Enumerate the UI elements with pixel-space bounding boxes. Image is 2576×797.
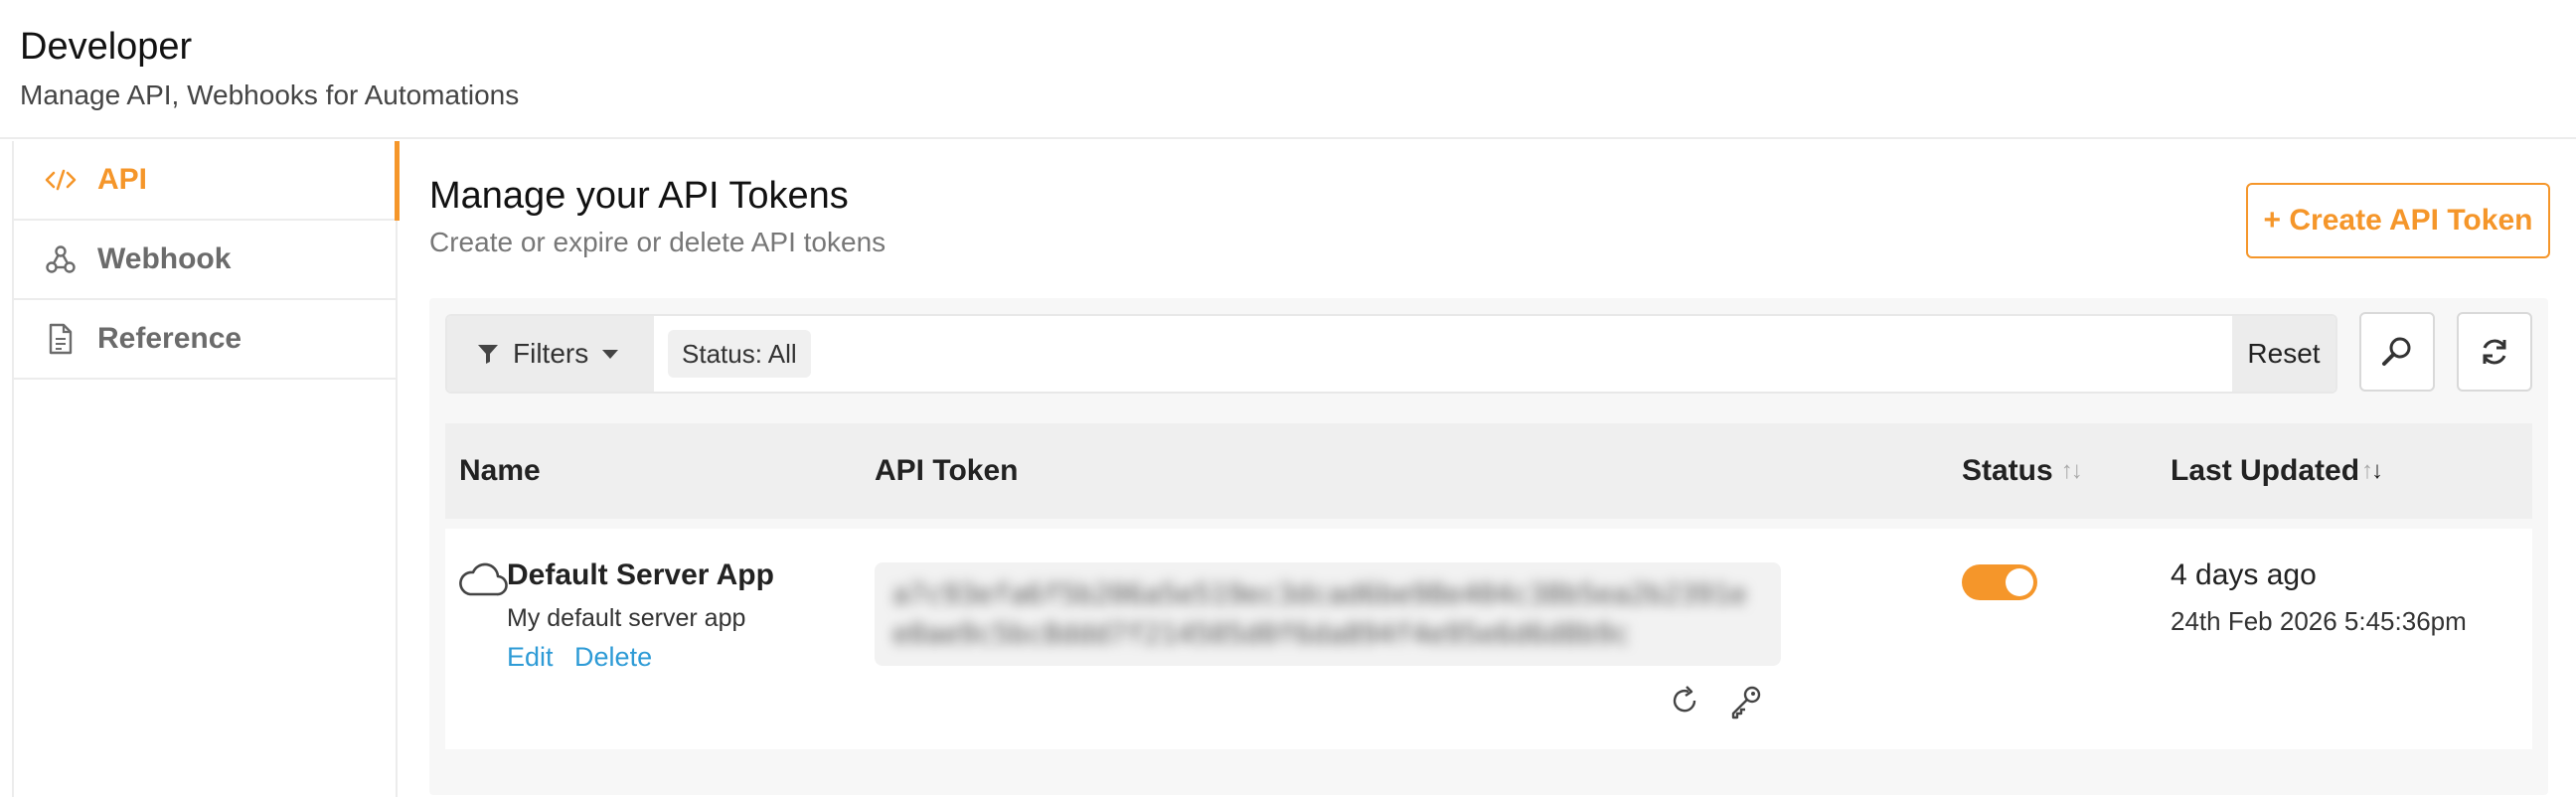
status-toggle[interactable] xyxy=(1962,564,2037,600)
row-actions: Edit Delete xyxy=(507,642,666,673)
main-content: Manage your API Tokens Create or expire … xyxy=(400,141,2576,797)
table-row: Default Server App My default server app… xyxy=(445,529,2532,749)
sidebar-item-reference[interactable]: Reference xyxy=(14,300,398,380)
refresh-button[interactable] xyxy=(2457,312,2532,392)
column-label: Name xyxy=(459,454,541,487)
sidebar-item-label: Webhook xyxy=(97,242,232,275)
column-label: Status xyxy=(1962,454,2053,487)
last-updated-absolute: 24th Feb 2026 5:45:36pm xyxy=(2171,606,2467,636)
edit-link[interactable]: Edit xyxy=(507,642,554,672)
filters-label: Filters xyxy=(513,338,589,369)
column-label: API Token xyxy=(875,454,1019,487)
column-api-token: API Token xyxy=(875,423,1018,519)
column-label: Last Updated xyxy=(2171,454,2360,487)
create-api-token-button[interactable]: + Create API Token xyxy=(2246,183,2550,258)
regenerate-token-button[interactable] xyxy=(1668,684,1701,722)
reset-button[interactable]: Reset xyxy=(2232,316,2335,392)
key-icon[interactable] xyxy=(1727,684,1763,724)
sort-icon: ↑↓ xyxy=(2361,457,2383,484)
app-name: Default Server App xyxy=(507,558,774,591)
sidebar-item-label: Reference xyxy=(97,322,242,355)
webhook-icon xyxy=(44,242,78,276)
refresh-icon xyxy=(2478,335,2511,369)
filter-icon xyxy=(477,343,499,365)
caret-down-icon xyxy=(602,349,619,359)
api-token-field[interactable]: a7c93efa6f5b206a5e519ec3dcad6be98e404c38… xyxy=(875,562,1781,666)
cloud-icon xyxy=(457,560,509,603)
sidebar-item-webhook[interactable]: Webhook xyxy=(14,221,398,300)
code-icon xyxy=(44,163,78,197)
delete-link[interactable]: Delete xyxy=(574,642,652,672)
table-header: Name API Token Status ↑↓ Last Updated ↑↓ xyxy=(445,423,2532,519)
search-icon xyxy=(2379,334,2415,370)
sort-icon: ↑↓ xyxy=(2060,457,2083,484)
sidebar-item-label: API xyxy=(97,163,148,196)
last-updated-relative: 4 days ago xyxy=(2171,558,2317,591)
toggle-knob xyxy=(2006,568,2033,596)
api-token-value: a7c93efa6f5b206a5e519ec3dcad6be98e404c38… xyxy=(892,577,1747,650)
sidebar: API Webhook Reference xyxy=(12,141,400,797)
page-title: Developer xyxy=(20,26,193,68)
column-last-updated[interactable]: Last Updated ↑↓ xyxy=(2171,423,2383,519)
section-subtitle: Create or expire or delete API tokens xyxy=(429,227,886,257)
search-button[interactable] xyxy=(2359,312,2435,392)
column-status[interactable]: Status ↑↓ xyxy=(1962,423,2083,519)
status-filter-chip[interactable]: Status: All xyxy=(668,330,811,378)
column-name: Name xyxy=(459,423,541,519)
section-title: Manage your API Tokens xyxy=(429,175,849,217)
tokens-panel: Filters Status: All Reset Name API Token… xyxy=(429,298,2548,795)
app-description: My default server app xyxy=(507,604,746,632)
document-icon xyxy=(44,322,78,356)
page-header: Developer Manage API, Webhooks for Autom… xyxy=(0,0,2576,139)
filter-bar: Filters Status: All Reset xyxy=(445,314,2337,394)
filters-button[interactable]: Filters xyxy=(447,316,654,392)
page-subtitle: Manage API, Webhooks for Automations xyxy=(20,80,520,110)
sidebar-item-api[interactable]: API xyxy=(14,141,400,221)
